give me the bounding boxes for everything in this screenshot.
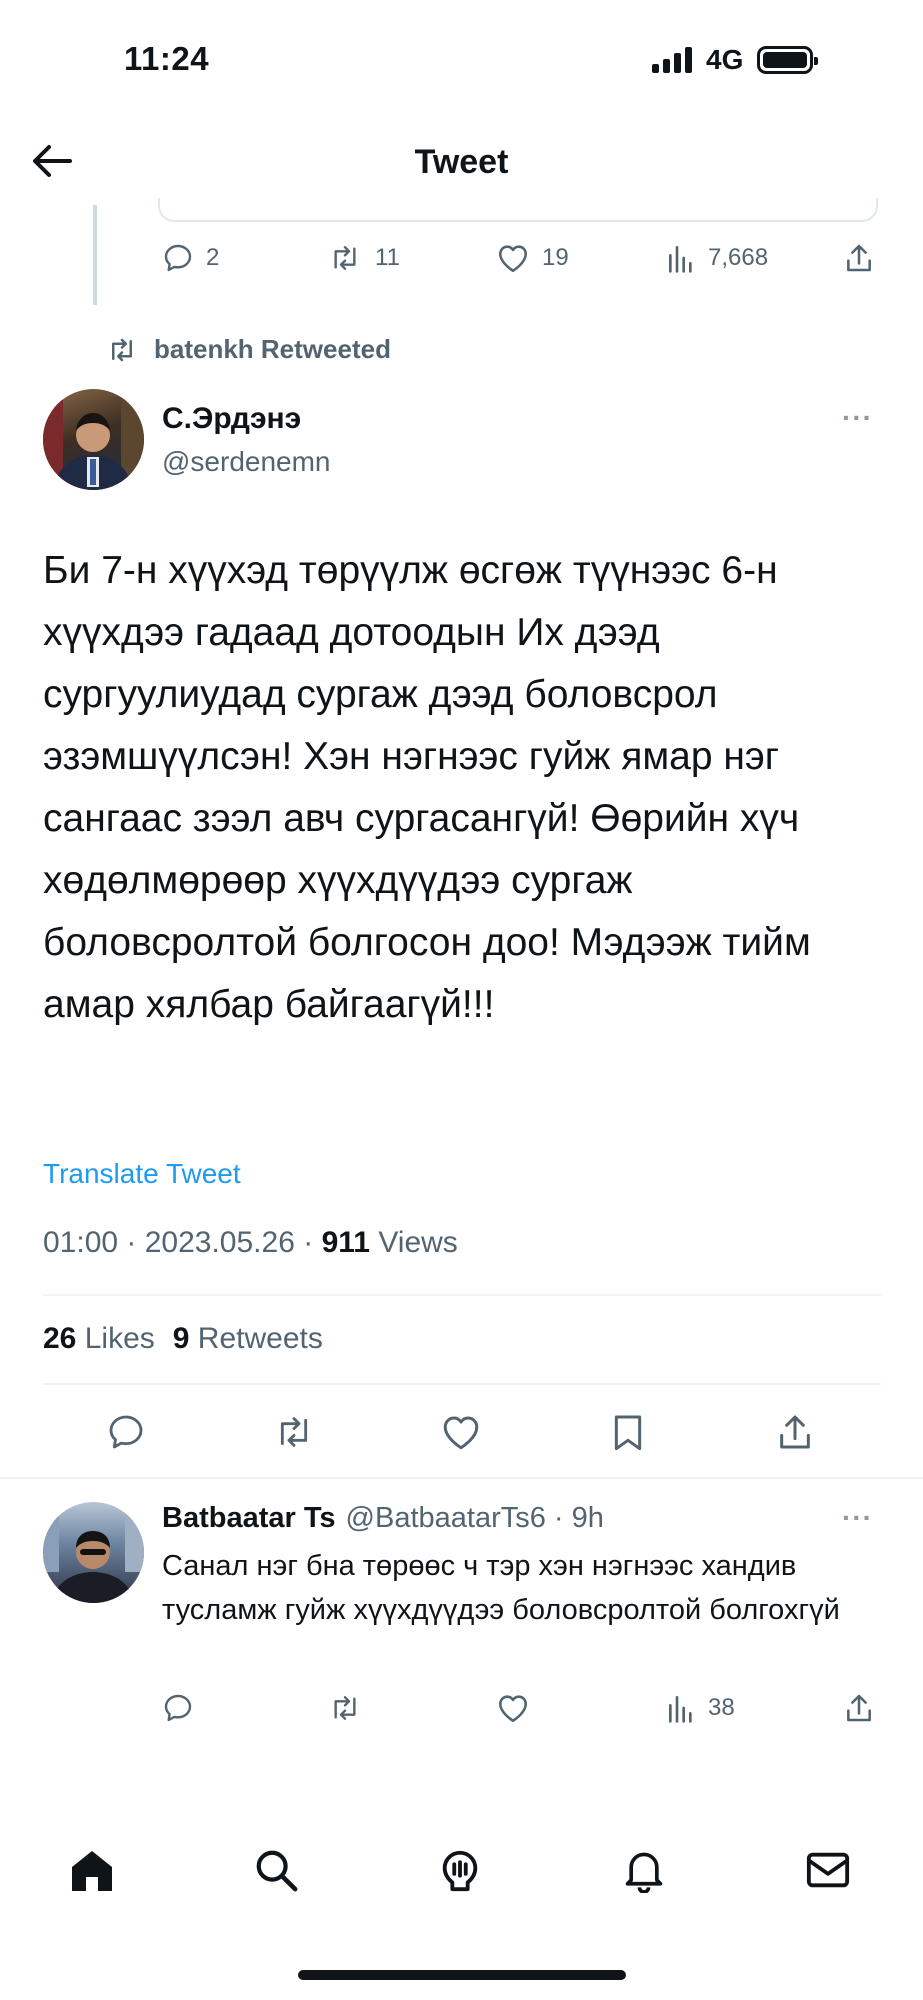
likes-count: 26 — [43, 1322, 77, 1355]
more-options-button[interactable]: ··· — [842, 402, 873, 434]
retweet-count: 11 — [375, 244, 400, 271]
thread-line — [93, 205, 97, 305]
author-handle[interactable]: @serdenemn — [162, 446, 331, 478]
heart-icon — [498, 245, 528, 273]
retweets-label: Retweets — [197, 1322, 323, 1355]
translate-tweet-link[interactable]: Translate Tweet — [43, 1158, 241, 1190]
reply-handle-time[interactable]: @BatbaatarTs6 · 9h — [346, 1502, 604, 1535]
tab-messages[interactable] — [798, 1840, 858, 1900]
page-title: Tweet — [414, 143, 509, 181]
speech-bubble-icon — [164, 244, 192, 272]
tab-notifications[interactable] — [614, 1840, 674, 1900]
tweet-text: Би 7-н хүүхэд төрүүлж өсгөж түүнээс 6-н … — [43, 549, 811, 1026]
retweets-stat[interactable]: 9 Retweets — [173, 1322, 323, 1356]
avatar-photo — [43, 389, 144, 490]
top-nav: Tweet — [0, 125, 923, 205]
retweet-arrows-icon — [280, 1417, 308, 1447]
reply-author-name[interactable]: Batbaatar Ts — [162, 1502, 336, 1535]
microphone-icon — [442, 1850, 478, 1892]
views-label: Views — [378, 1226, 458, 1259]
views-count: 911 — [321, 1226, 370, 1259]
divider — [43, 1294, 881, 1296]
retweet-button[interactable]: 11 — [327, 242, 400, 274]
retweets-count: 9 — [172, 1322, 190, 1355]
heart-icon — [498, 1695, 528, 1723]
reply-text: Санал нэг бна төрөөс ч тэр хэн нэгнээс х… — [162, 1550, 840, 1626]
avatar[interactable] — [43, 389, 144, 490]
divider — [0, 1477, 923, 1479]
views-button[interactable]: 7,668 — [666, 242, 768, 274]
heart-icon — [443, 1416, 479, 1450]
retweet-arrows-icon — [334, 246, 356, 270]
network-type: 4G — [706, 44, 744, 75]
home-icon — [72, 1851, 112, 1891]
share-upload-icon — [847, 244, 871, 272]
like-button[interactable] — [440, 1412, 482, 1452]
search-icon — [256, 1850, 298, 1892]
tweet-meta: 01:00 · 2023.05.26 · 911 Views — [43, 1226, 458, 1260]
tweet-stats: 26 Likes 9 Retweets — [43, 1322, 323, 1356]
status-indicators: 4G — [652, 44, 819, 76]
like-count: 19 — [542, 244, 569, 271]
author-name[interactable]: С.Эрдэнэ — [162, 402, 301, 436]
share-button[interactable] — [776, 1412, 814, 1452]
reply-count: 2 — [206, 244, 220, 271]
envelope-icon — [806, 1852, 850, 1888]
share-upload-icon — [780, 1415, 810, 1449]
tweet-timestamp: 01:00 · 2023.05.26 · — [43, 1226, 314, 1259]
speech-bubble-icon — [109, 1415, 143, 1449]
retweet-button[interactable] — [272, 1412, 316, 1452]
reply-button[interactable] — [106, 1412, 146, 1452]
bar-chart-icon — [669, 1696, 692, 1723]
tab-home[interactable] — [62, 1840, 122, 1900]
likes-label: Likes — [84, 1322, 155, 1355]
bar-chart-icon — [669, 246, 692, 273]
share-button[interactable] — [844, 1692, 874, 1724]
retweet-arrows-icon — [112, 338, 132, 361]
tab-search[interactable] — [246, 1840, 306, 1900]
divider — [43, 1383, 881, 1385]
bookmark-button[interactable] — [610, 1412, 646, 1452]
status-time: 11:24 — [124, 40, 210, 77]
bell-icon — [625, 1852, 663, 1893]
reply-button[interactable]: 2 — [162, 242, 219, 274]
views-button[interactable]: 38 — [666, 1692, 735, 1724]
likes-stat[interactable]: 26 Likes — [43, 1322, 155, 1356]
retweet-arrows-icon — [334, 1696, 356, 1720]
tab-spaces[interactable] — [430, 1840, 490, 1900]
views-count: 38 — [708, 1694, 735, 1721]
like-button[interactable]: 19 — [496, 242, 569, 274]
share-upload-icon — [847, 1694, 871, 1722]
retweeted-by-text: batenkh Retweeted — [154, 334, 391, 364]
bookmark-icon — [614, 1415, 642, 1451]
retweet-button[interactable] — [327, 1692, 363, 1724]
reply-button[interactable] — [162, 1692, 194, 1724]
signal-icon — [652, 47, 692, 73]
reply-header: Batbaatar Ts @BatbaatarTs6 · 9h — [162, 1502, 604, 1535]
home-indicator — [298, 1970, 626, 1980]
quoted-tweet-card-edge — [158, 198, 878, 222]
avatar[interactable] — [43, 1502, 144, 1603]
battery-icon — [757, 46, 819, 74]
share-button[interactable] — [844, 242, 874, 274]
more-options-button[interactable]: ··· — [842, 1502, 873, 1534]
speech-bubble-icon — [164, 1694, 192, 1722]
bottom-tab-bar — [0, 1840, 923, 1920]
retweeted-by-banner[interactable]: batenkh Retweeted — [104, 334, 391, 365]
like-button[interactable] — [496, 1692, 530, 1724]
views-count: 7,668 — [708, 244, 769, 271]
status-bar: 11:24 4G — [0, 0, 923, 120]
avatar-photo — [43, 1502, 144, 1603]
